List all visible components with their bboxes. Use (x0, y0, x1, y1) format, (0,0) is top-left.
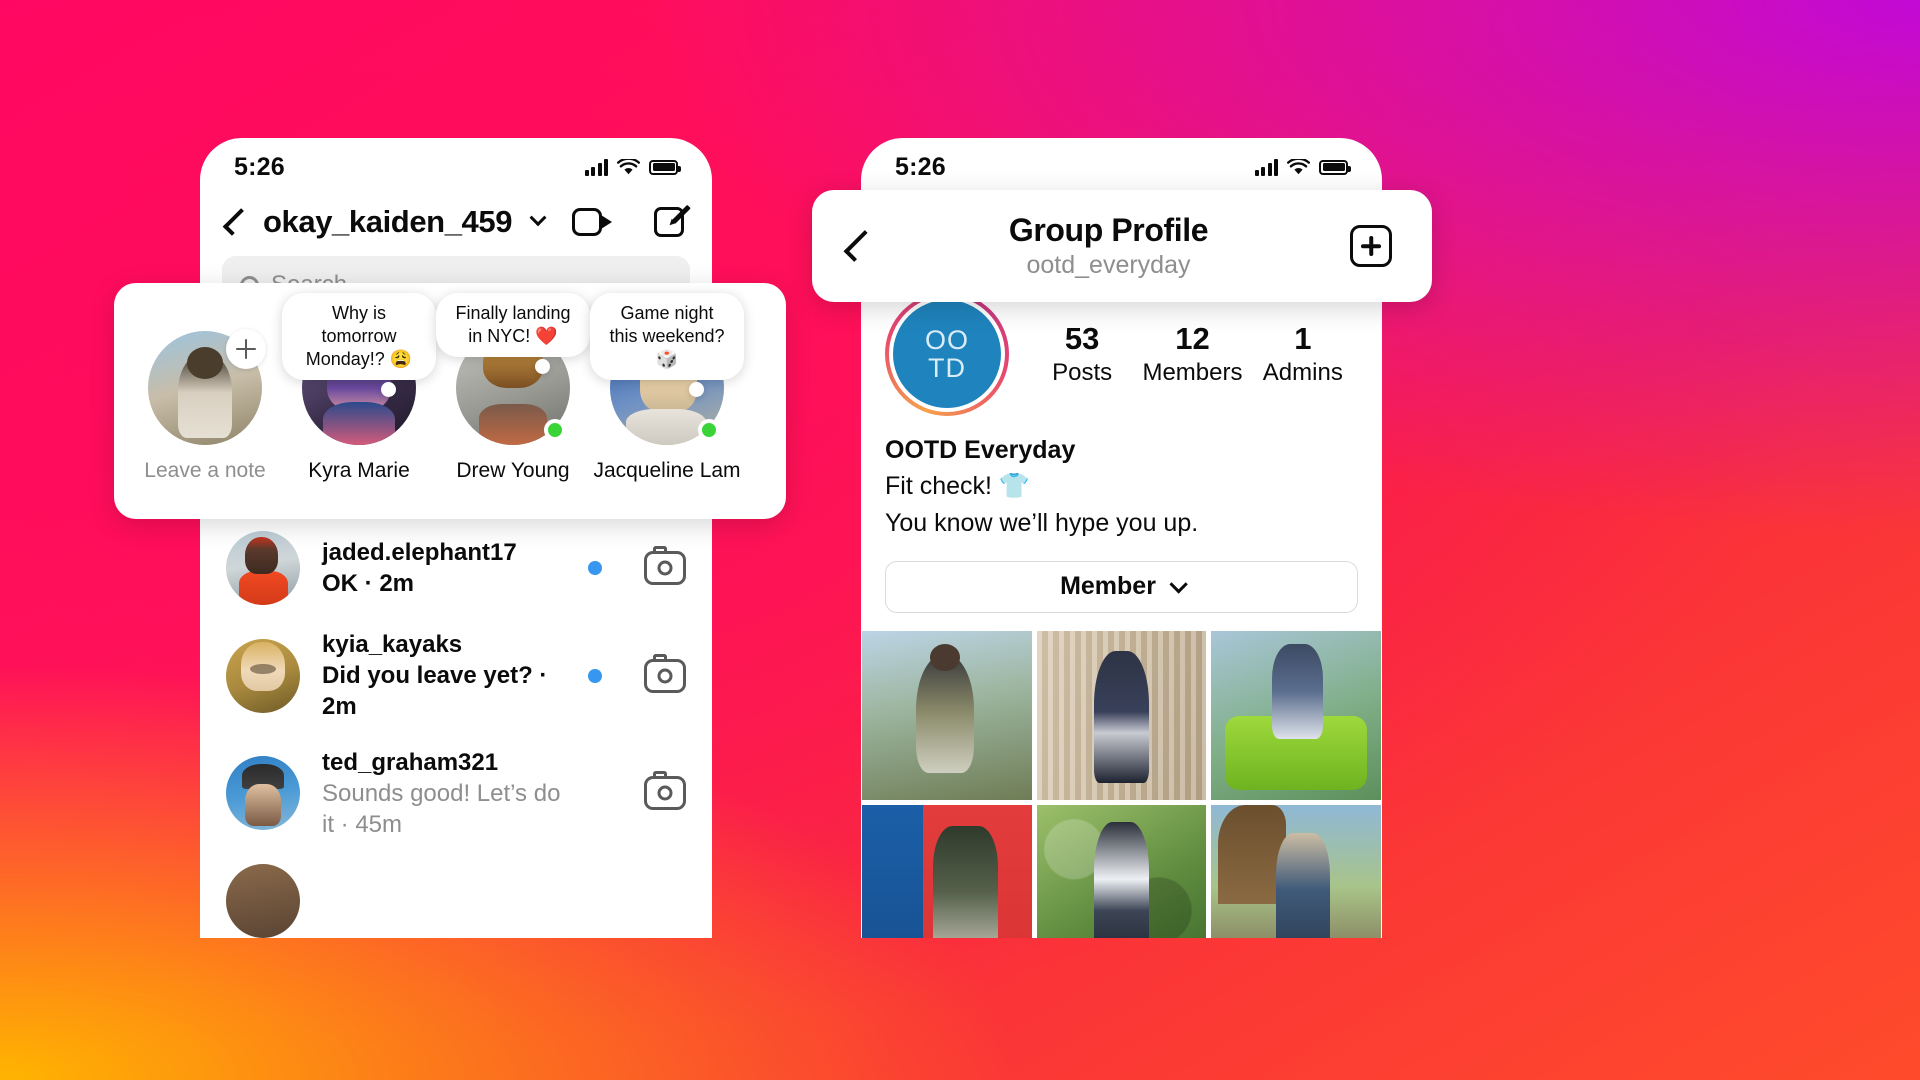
note-item[interactable]: Finally landing in NYC! ❤️ Drew Young (436, 283, 590, 483)
left-phone-dm-inbox: 5:26 okay_kaiden_459 jaded.elephant17 OK… (200, 138, 712, 938)
note-label: Drew Young (456, 459, 570, 482)
stat-members[interactable]: 12 Members (1137, 321, 1247, 387)
list-item[interactable] (200, 852, 712, 938)
note-label: Jacqueline Lam (593, 459, 741, 482)
note-item-self[interactable]: Leave a note (128, 283, 282, 483)
unread-badge (588, 561, 602, 575)
cellular-bars-icon (584, 158, 608, 176)
note-item[interactable]: Game night this weekend? 🎲 Jacqueline La… (590, 283, 744, 483)
message-text: jaded.elephant17 OK · 2m (322, 537, 566, 599)
message-text: kyia_kayaks Did you leave yet? · 2m (322, 629, 566, 723)
wifi-icon (617, 158, 640, 174)
stat-value: 12 (1175, 321, 1210, 356)
stat-label: Members (1142, 359, 1243, 386)
stat-value: 53 (1064, 321, 1100, 356)
wifi-icon (1287, 158, 1310, 174)
header-titles: Group Profile ootd_everyday (867, 212, 1350, 280)
online-status-indicator (698, 419, 720, 441)
stat-admins[interactable]: 1 Admins (1248, 321, 1358, 387)
grid-photo[interactable] (1036, 805, 1207, 938)
message-preview: OK · 2m (322, 570, 415, 597)
member-button-label: Member (1060, 572, 1156, 601)
notes-tray: Leave a note Why is tomorrow Monday!? 😩 … (114, 283, 786, 519)
online-status-indicator (544, 419, 566, 441)
stat-label: Admins (1262, 359, 1343, 386)
video-camera-icon[interactable] (572, 208, 613, 236)
screenshot-canvas: 5:26 okay_kaiden_459 jaded.elephant17 OK… (0, 0, 1920, 1080)
message-preview: Sounds good! Let’s do it · 45m (322, 779, 561, 838)
member-button[interactable]: Member (885, 560, 1358, 613)
camera-icon[interactable] (644, 653, 686, 693)
avatar (226, 531, 300, 605)
back-icon[interactable] (222, 208, 251, 236)
dm-header: okay_kaiden_459 (200, 196, 712, 252)
note-bubble[interactable]: Why is tomorrow Monday!? 😩 (282, 293, 436, 398)
note-label: Kyra Marie (308, 459, 410, 482)
status-bar-indicators (584, 158, 681, 176)
note-item[interactable]: Why is tomorrow Monday!? 😩 Kyra Marie (282, 283, 436, 483)
page-title: Group Profile (1008, 212, 1209, 248)
note-bubble[interactable]: Game night this weekend? 🎲 (590, 293, 744, 398)
dm-username[interactable]: okay_kaiden_459 (263, 204, 512, 240)
list-item[interactable]: kyia_kayaks Did you leave yet? · 2m (200, 617, 712, 735)
status-bar-time: 5:26 (234, 152, 285, 181)
message-username: ted_graham321 (322, 748, 499, 776)
message-preview: Did you leave yet? · 2m (322, 662, 548, 721)
group-bio-line-1: Fit check! 👕 (885, 472, 1031, 501)
grid-photo[interactable] (1036, 630, 1207, 801)
group-display-name: OOTD Everyday (885, 436, 1076, 464)
status-bar-indicators (1254, 158, 1351, 176)
stat-label: Posts (1052, 359, 1113, 386)
grid-photo[interactable] (862, 805, 1032, 938)
grid-photo[interactable] (862, 630, 1032, 801)
right-status-bar: 5:26 (861, 138, 1382, 196)
stat-posts[interactable]: 53 Posts (1027, 321, 1137, 387)
status-bar-time: 5:26 (895, 152, 946, 181)
avatar (226, 864, 300, 938)
avatar (226, 638, 300, 713)
group-bio: OOTD Everyday Fit check! 👕 You know we’l… (861, 416, 1382, 541)
note-label: Leave a note (144, 459, 266, 482)
avatar: OO TD (893, 300, 1001, 408)
left-status-bar: 5:26 (200, 138, 712, 196)
list-item[interactable]: ted_graham321 Sounds good! Let’s do it ·… (200, 735, 712, 853)
chevron-down-icon (1169, 575, 1188, 594)
avatar (226, 756, 300, 831)
unread-badge (588, 668, 602, 683)
camera-icon[interactable] (644, 546, 686, 585)
battery-icon (649, 159, 681, 175)
avatar-line-1: OO (924, 324, 969, 355)
group-profile-header-card: Group Profile ootd_everyday (812, 190, 1432, 302)
cellular-bars-icon (1254, 158, 1278, 176)
stat-value: 1 (1294, 321, 1312, 356)
plus-icon[interactable] (226, 329, 266, 369)
note-bubble[interactable]: Finally landing in NYC! ❤️ (436, 293, 590, 375)
grid-photo[interactable] (1211, 630, 1381, 801)
group-handle: ootd_everyday (1026, 251, 1191, 279)
add-member-icon[interactable] (1350, 225, 1392, 267)
photo-grid (861, 630, 1382, 938)
camera-icon[interactable] (644, 771, 686, 811)
battery-icon (1319, 159, 1351, 175)
group-bio-line-2: You know we’ll hype you up. (885, 508, 1199, 537)
avatar-line-2: TD (928, 353, 966, 383)
chevron-down-icon[interactable] (529, 209, 547, 227)
list-item[interactable]: jaded.elephant17 OK · 2m (200, 519, 712, 617)
message-text: ted_graham321 Sounds good! Let’s do it ·… (322, 747, 566, 841)
compose-message-icon[interactable] (654, 204, 691, 239)
grid-photo[interactable] (1211, 805, 1381, 938)
message-username: kyia_kayaks (322, 631, 463, 658)
group-avatar-ring[interactable]: OO TD (885, 292, 1009, 416)
message-username: jaded.elephant17 (322, 538, 517, 566)
avatar[interactable] (148, 329, 266, 445)
